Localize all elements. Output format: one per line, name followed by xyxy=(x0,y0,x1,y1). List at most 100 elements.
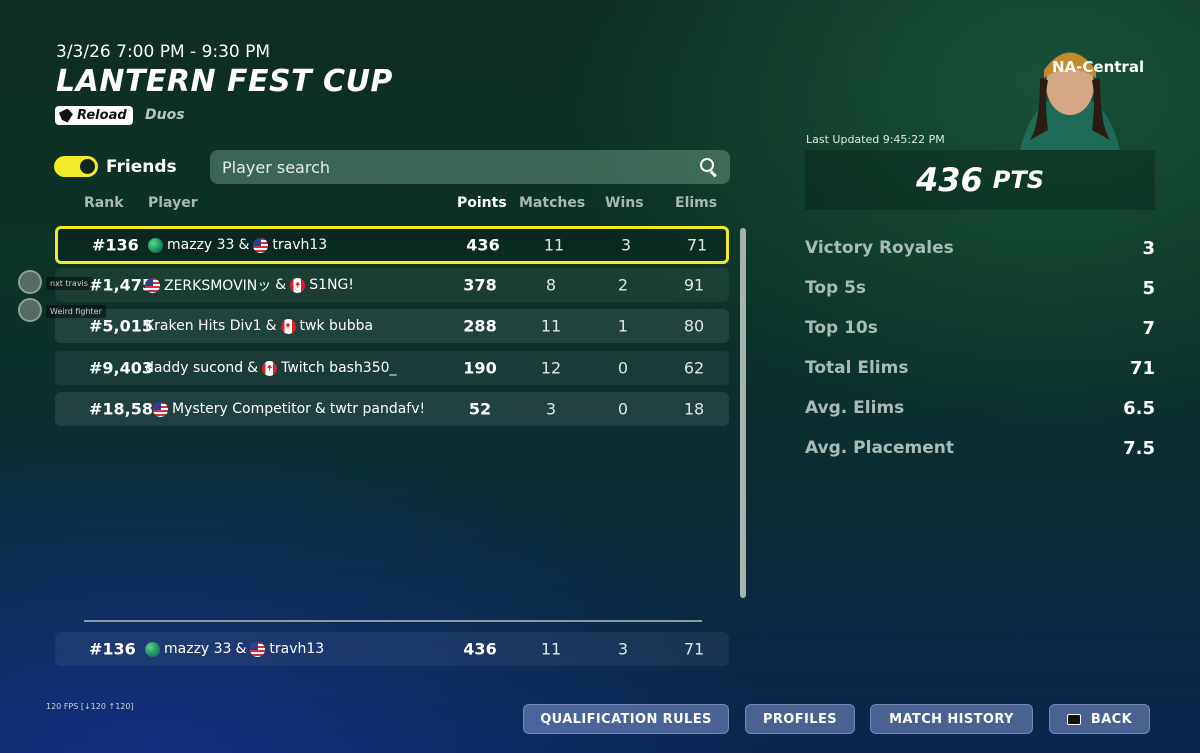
stat-value: 6.5 xyxy=(1123,398,1155,419)
us-flag-icon xyxy=(250,641,266,657)
row-rank: #5,015 xyxy=(89,316,154,336)
canada-flag-icon xyxy=(290,277,306,293)
row-elims: 71 xyxy=(683,639,705,659)
mode-badge: Reload xyxy=(55,106,133,125)
table-row[interactable]: #136 mazzy 33 & travh13 436 11 3 71 xyxy=(55,226,729,264)
row-players: daddy sucond & Twitch bash350_ xyxy=(145,360,397,376)
own-placement-row[interactable]: #136 mazzy 33 & travh13 436 11 3 71 xyxy=(55,632,729,666)
player-one: mazzy 33 xyxy=(167,237,235,253)
table-row[interactable]: #18,586 Mystery Competitor & twtr pandaf… xyxy=(55,392,729,426)
header-points[interactable]: Points xyxy=(457,195,507,211)
friend-label: Weird fighter xyxy=(46,305,106,318)
friend-avatar[interactable] xyxy=(18,298,42,322)
header-player: Player xyxy=(148,195,198,211)
table-row[interactable]: #5,015 Kraken Hits Div1 & twk bubba 288 … xyxy=(55,309,729,343)
globe-flag-icon xyxy=(148,237,163,253)
player-separator: & xyxy=(265,318,277,334)
player-two: S1NG! xyxy=(309,277,354,293)
row-points: 436 xyxy=(466,235,500,255)
row-elims: 91 xyxy=(683,275,705,295)
player-one: daddy sucond xyxy=(145,360,244,376)
reload-icon xyxy=(59,108,73,123)
total-points: 436 xyxy=(915,161,983,199)
row-players: mazzy 33 & travh13 xyxy=(148,237,327,253)
qualification-rules-button[interactable]: QUALIFICATION RULES xyxy=(523,704,729,734)
last-updated: Last Updated 9:45:22 PM xyxy=(806,133,945,146)
header-matches[interactable]: Matches xyxy=(519,195,585,211)
profiles-button[interactable]: PROFILES xyxy=(745,704,855,734)
player-one: mazzy 33 xyxy=(164,641,232,657)
row-elims: 80 xyxy=(683,316,705,336)
row-wins: 3 xyxy=(617,639,629,659)
table-row[interactable]: #1,475 ZERKSMOVINッ & S1NG! 378 8 2 91 xyxy=(55,268,729,302)
canada-flag-icon xyxy=(280,318,296,334)
player-search-input[interactable] xyxy=(222,157,700,177)
back-button[interactable]: BACK xyxy=(1049,704,1150,734)
table-row[interactable]: #9,403 daddy sucond & Twitch bash350_ 19… xyxy=(55,351,729,385)
row-matches: 11 xyxy=(540,316,562,336)
row-points: 190 xyxy=(463,358,497,378)
friend-label: nxt travis xyxy=(46,277,92,290)
us-flag-icon xyxy=(253,237,269,253)
header-wins[interactable]: Wins xyxy=(605,195,644,211)
player-separator: & xyxy=(275,277,287,293)
row-rank: #9,403 xyxy=(89,358,154,378)
total-points-box: 436 PTS xyxy=(805,150,1155,210)
search-icon[interactable] xyxy=(700,158,718,176)
row-elims: 18 xyxy=(683,399,705,419)
us-flag-icon xyxy=(153,401,168,417)
row-matches: 11 xyxy=(540,639,562,659)
stat-value: 71 xyxy=(1129,358,1155,379)
toggle-knob xyxy=(80,159,95,174)
points-unit: PTS xyxy=(992,166,1045,194)
event-date-time: 3/3/26 7:00 PM - 9:30 PM xyxy=(56,42,271,62)
canada-flag-icon xyxy=(262,360,278,376)
leaderboard-scrollbar[interactable] xyxy=(740,228,746,598)
row-matches: 11 xyxy=(543,235,565,255)
divider xyxy=(84,620,702,622)
row-elims: 71 xyxy=(686,235,708,255)
row-matches: 12 xyxy=(540,358,562,378)
stat-label: Total Elims xyxy=(805,358,909,378)
row-wins: 1 xyxy=(617,316,629,336)
match-history-button[interactable]: MATCH HISTORY xyxy=(870,704,1033,734)
row-players: Mystery Competitor & twtr pandafv! xyxy=(153,401,425,417)
player-one: Mystery Competitor xyxy=(172,401,311,417)
stat-label: Avg. Placement xyxy=(805,438,955,458)
header-elims[interactable]: Elims xyxy=(675,195,717,211)
row-points: 436 xyxy=(463,639,497,659)
stat-avg-elims: Avg. Elims 6.5 xyxy=(805,398,1155,422)
back-label: BACK xyxy=(1090,711,1133,727)
fps-counter: 120 FPS [↓120 ↑120] xyxy=(46,702,134,711)
player-one: ZERKSMOVINッ xyxy=(164,278,272,294)
player-two: travh13 xyxy=(272,237,328,253)
player-separator: & xyxy=(247,360,259,376)
row-rank: #1,475 xyxy=(89,275,154,295)
row-wins: 0 xyxy=(617,399,629,419)
stat-label: Top 10s xyxy=(805,318,878,338)
friends-label: Friends xyxy=(106,157,177,177)
us-flag-icon xyxy=(145,277,160,293)
row-matches: 3 xyxy=(545,399,557,419)
friends-toggle[interactable] xyxy=(54,156,98,177)
mode-type: Duos xyxy=(145,107,185,123)
header-rank: Rank xyxy=(84,195,124,211)
player-separator: & xyxy=(238,237,250,253)
stat-label: Avg. Elims xyxy=(805,398,905,418)
event-title: LANTERN FEST CUP xyxy=(56,64,393,99)
player-two: twk bubba xyxy=(299,318,374,334)
player-two: travh13 xyxy=(269,641,325,657)
region-label: NA-Central xyxy=(1052,58,1145,76)
row-wins: 0 xyxy=(617,358,629,378)
friend-avatar[interactable] xyxy=(18,270,42,294)
player-two: Twitch bash350_ xyxy=(281,360,397,376)
row-players: Kraken Hits Div1 & twk bubba xyxy=(145,318,373,334)
mode-badge-label: Reload xyxy=(77,108,127,123)
row-elims: 62 xyxy=(683,358,705,378)
stat-top-5s: Top 5s 5 xyxy=(805,278,1155,302)
stat-label: Top 5s xyxy=(805,278,867,298)
player-search-field[interactable] xyxy=(210,150,730,184)
row-points: 378 xyxy=(463,275,497,295)
character-portrait xyxy=(1020,52,1120,150)
row-wins: 2 xyxy=(617,275,629,295)
